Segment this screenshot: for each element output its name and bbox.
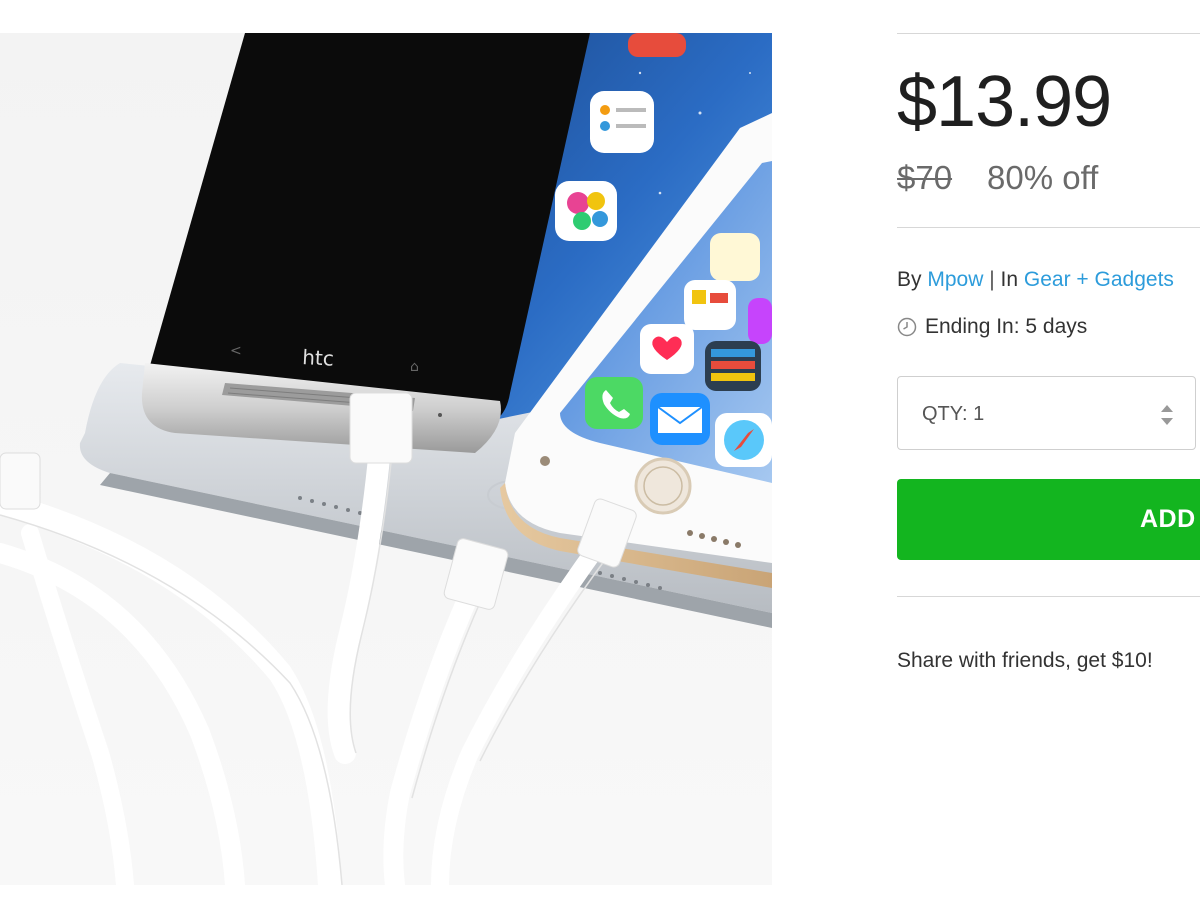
divider [897,227,1200,228]
vendor-category-line: By Mpow | In Gear + Gadgets [897,266,1174,294]
phone-brand-logo: htc [302,345,335,371]
ending-timer: Ending In: 5 days [897,313,1087,341]
by-label: By [897,268,922,291]
separator: | [989,268,995,291]
quantity-select[interactable]: QTY: 1 [897,376,1196,450]
discount-percent: 80% off [987,159,1099,196]
svg-text:⌂: ⌂ [410,359,419,375]
divider [897,33,1200,34]
svg-text:<: < [230,343,242,359]
product-page: htc < ⌂ $13.99 $70 80% off By Mpow | In … [0,0,1200,900]
divider [897,596,1200,597]
quantity-value: QTY: 1 [922,403,985,425]
deal-panel: $13.99 $70 80% off By Mpow | In Gear + G… [897,0,1200,900]
share-promo-text: Share with friends, get $10! [897,649,1153,672]
add-to-cart-button[interactable]: ADD [897,479,1200,560]
ending-label: Ending In: 5 days [925,315,1088,338]
in-label: In [1000,268,1019,291]
original-price: $70 [897,159,953,196]
vendor-link[interactable]: Mpow [927,268,983,291]
category-link[interactable]: Gear + Gadgets [1024,268,1174,291]
clock-icon [897,317,917,337]
stepper-arrows-icon [1161,405,1173,425]
product-image: htc < ⌂ [0,33,772,885]
add-button-label: ADD [1140,505,1196,533]
sale-price: $13.99 [897,62,1112,142]
